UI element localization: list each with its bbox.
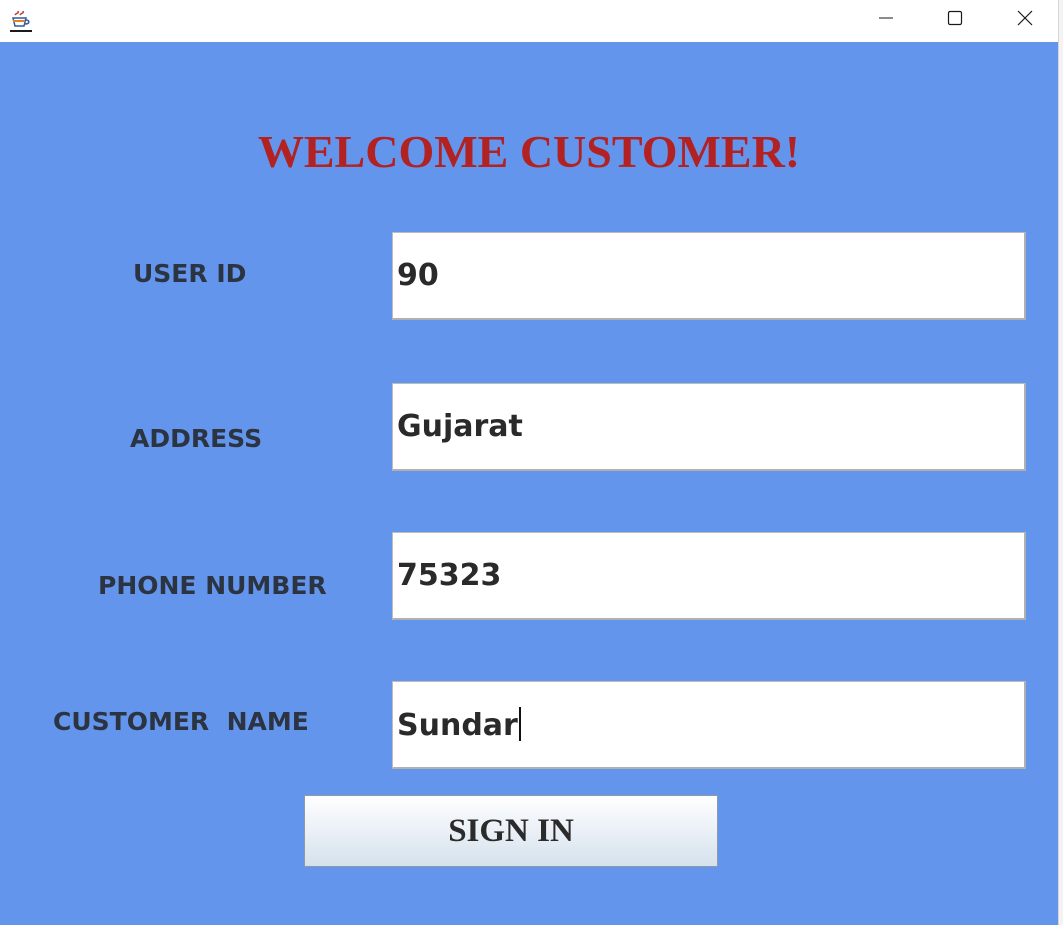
address-value: Gujarat xyxy=(397,409,523,444)
maximize-button[interactable] xyxy=(920,0,990,40)
customer-name-value: Sundar xyxy=(397,708,518,743)
phone-number-value: 75323 xyxy=(397,558,502,593)
text-caret xyxy=(518,707,521,741)
app-window: WELCOME CUSTOMER! USER ID 90 ADDRESS Guj… xyxy=(0,0,1058,925)
close-icon xyxy=(1017,10,1033,31)
customer-name-value-wrap: Sundar xyxy=(397,707,521,744)
user-id-field[interactable]: 90 xyxy=(392,232,1026,320)
title-bar[interactable] xyxy=(0,0,1058,42)
customer-name-field[interactable]: Sundar xyxy=(392,681,1026,769)
window-edge xyxy=(1058,0,1063,925)
phone-number-field[interactable]: 75323 xyxy=(392,532,1026,620)
page-title: WELCOME CUSTOMER! xyxy=(257,126,801,177)
java-coffee-icon xyxy=(10,9,32,32)
maximize-icon xyxy=(947,10,963,31)
close-button[interactable] xyxy=(990,0,1060,40)
user-id-value: 90 xyxy=(397,258,439,293)
customer-name-label: CUSTOMER NAME xyxy=(53,707,309,736)
address-label: ADDRESS xyxy=(130,424,263,453)
phone-number-label: PHONE NUMBER xyxy=(98,571,327,600)
sign-in-button[interactable]: SIGN IN xyxy=(304,795,718,867)
address-field[interactable]: Gujarat xyxy=(392,383,1026,471)
customer-form-panel: WELCOME CUSTOMER! USER ID 90 ADDRESS Guj… xyxy=(0,42,1058,925)
minimize-icon xyxy=(878,10,894,31)
user-id-label: USER ID xyxy=(133,259,247,288)
minimize-button[interactable] xyxy=(851,0,921,40)
